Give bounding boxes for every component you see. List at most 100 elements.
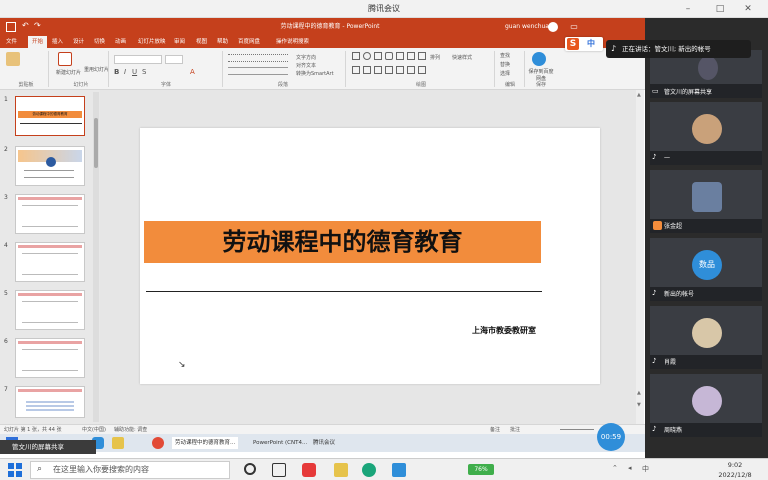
slide-thumbnail-3[interactable] — [15, 194, 85, 234]
tab-slideshow[interactable]: 幻灯片放映 — [138, 36, 166, 48]
edge-icon[interactable] — [362, 463, 376, 477]
tab-transitions[interactable]: 切换 — [94, 36, 105, 48]
slide-title[interactable]: 劳动课程中的德育教育 — [144, 221, 541, 263]
italic-icon[interactable]: I — [124, 68, 126, 76]
maximize-icon[interactable]: □ — [710, 0, 730, 18]
folder-icon[interactable] — [112, 437, 124, 449]
ime-mode-icon[interactable]: 中 — [587, 38, 595, 49]
taskbar-search-input[interactable]: ⌕ 在这里输入你要搜索的内容 — [30, 461, 230, 479]
shape-line[interactable] — [396, 52, 404, 60]
battery-indicator[interactable]: 76% — [468, 464, 494, 475]
participant-card[interactable]: ♪ 周晓燕 — [650, 374, 762, 437]
font-size-select[interactable] — [165, 55, 183, 64]
thumbnail-scroll-thumb[interactable] — [94, 118, 98, 168]
undo-icon[interactable]: ↶ — [22, 21, 29, 30]
file-explorer-icon[interactable] — [334, 463, 348, 477]
redo-icon[interactable]: ↷ — [34, 21, 41, 30]
shape-triangle[interactable] — [418, 52, 426, 60]
bold-icon[interactable]: B — [114, 68, 119, 76]
shape-textbox[interactable] — [374, 52, 382, 60]
save-icon[interactable] — [6, 22, 16, 32]
participant-card[interactable]: ♪ 一 — [650, 102, 762, 165]
find-button[interactable]: 查找 — [500, 52, 510, 59]
slide-thumbnail-7[interactable] — [15, 386, 85, 418]
font-color-icon[interactable]: A — [190, 68, 195, 76]
scroll-next-icon[interactable]: ▼ — [637, 402, 641, 408]
new-slide-icon[interactable] — [58, 52, 72, 66]
input-method-icon[interactable]: 中 — [642, 464, 649, 474]
paste-icon[interactable] — [6, 52, 20, 66]
shape-brace[interactable] — [363, 66, 371, 74]
shapes-gallery[interactable] — [352, 52, 426, 78]
text-direction-button[interactable]: 文字方向 — [296, 54, 316, 61]
shape-rounded[interactable] — [385, 52, 393, 60]
tencent-meeting-icon[interactable] — [392, 463, 406, 477]
tell-me-search[interactable]: 操作说明搜索 — [276, 36, 309, 48]
chrome-icon[interactable] — [152, 437, 164, 449]
baidu-cloud-icon[interactable] — [532, 52, 546, 66]
scroll-prev-icon[interactable]: ▲ — [637, 390, 641, 396]
ppt-user-name[interactable]: guan wenchuan — [505, 18, 553, 36]
reuse-slide-button[interactable]: 重用幻灯片 — [84, 66, 109, 73]
shape-pentagon[interactable] — [396, 66, 404, 74]
select-button[interactable]: 选择 — [500, 70, 510, 77]
quick-styles-button[interactable]: 快速样式 — [452, 54, 472, 61]
shape-oval[interactable] — [363, 52, 371, 60]
slide-thumbnail-6[interactable] — [15, 338, 85, 378]
shape-rect[interactable] — [352, 52, 360, 60]
editor-scrollbar[interactable]: ▲ ▲ ▼ — [636, 90, 644, 424]
meeting-timer[interactable]: 00:59 — [597, 423, 625, 451]
taskbar-app-ppt-doc[interactable]: 劳动课程中的德育教育... — [172, 437, 239, 449]
task-view-icon[interactable] — [272, 463, 286, 477]
save-to-baidu-button[interactable]: 保存到百度网盘 — [528, 68, 554, 82]
user-avatar[interactable] — [548, 22, 558, 32]
scroll-up-icon[interactable]: ▲ — [637, 92, 641, 98]
tab-baidu[interactable]: 百度网盘 — [238, 36, 260, 48]
minimize-icon[interactable]: – — [678, 0, 698, 18]
network-icon[interactable]: ⌃ — [612, 464, 618, 472]
strikethrough-icon[interactable]: S — [142, 68, 146, 76]
zoom-slider[interactable] — [560, 429, 594, 430]
slide-organization[interactable]: 上海市教委教研室 — [472, 325, 536, 336]
close-icon[interactable]: ✕ — [738, 0, 758, 18]
shape-curve[interactable] — [374, 66, 382, 74]
new-slide-button[interactable]: 新建幻灯片 — [56, 69, 81, 76]
bullets-icon[interactable] — [228, 54, 288, 62]
tab-view[interactable]: 视图 — [196, 36, 207, 48]
taskbar-clock[interactable]: 9:02 2022/12/8 — [705, 460, 765, 480]
align-text-button[interactable]: 对齐文本 — [296, 62, 316, 69]
shape-callout[interactable] — [385, 66, 393, 74]
ribbon-display-icon[interactable]: ▭ — [566, 18, 582, 36]
taskbar-app-meeting[interactable]: 腾讯会议 — [310, 437, 338, 449]
tab-file[interactable]: 文件 — [6, 36, 17, 48]
slide-thumbnail-2[interactable] — [15, 146, 85, 186]
tab-help[interactable]: 帮助 — [217, 36, 228, 48]
font-name-select[interactable] — [114, 55, 162, 64]
participant-card[interactable]: 数品 ♪ 新出的帐号 — [650, 238, 762, 301]
tab-animations[interactable]: 动画 — [115, 36, 126, 48]
alignment-icon[interactable] — [228, 67, 288, 75]
shape-star[interactable] — [352, 66, 360, 74]
underline-icon[interactable]: U — [132, 68, 137, 76]
tab-insert[interactable]: 插入 — [52, 36, 63, 48]
tab-design[interactable]: 设计 — [73, 36, 84, 48]
cortana-icon[interactable] — [244, 463, 256, 475]
sogou-ime-bar[interactable]: S 中 — [565, 37, 603, 51]
arrange-button[interactable]: 排列 — [430, 54, 440, 61]
shape-heart[interactable] — [407, 66, 415, 74]
volume-icon[interactable]: ◂ — [628, 464, 632, 472]
shape-more[interactable] — [418, 66, 426, 74]
tab-home[interactable]: 开始 — [28, 36, 48, 48]
tab-review[interactable]: 审阅 — [174, 36, 185, 48]
slide-thumbnail-5[interactable] — [15, 290, 85, 330]
windows-start-icon[interactable] — [8, 463, 22, 477]
slide-thumbnail-4[interactable] — [15, 242, 85, 282]
taskbar-app-ppt[interactable]: PowerPoint (CNT4... — [250, 437, 310, 449]
smartart-button[interactable]: 转换为SmartArt — [296, 70, 334, 77]
participant-card[interactable]: ♪ 肖霞 — [650, 306, 762, 369]
slide-thumbnail-1[interactable]: 劳动课程中的德育教育 — [15, 96, 85, 136]
shape-arrow[interactable] — [407, 52, 415, 60]
slide-canvas[interactable]: 劳动课程中的德育教育 上海市教委教研室 ↘ — [140, 128, 600, 384]
replace-button[interactable]: 替换 — [500, 61, 510, 68]
app-icon-red[interactable] — [302, 463, 316, 477]
